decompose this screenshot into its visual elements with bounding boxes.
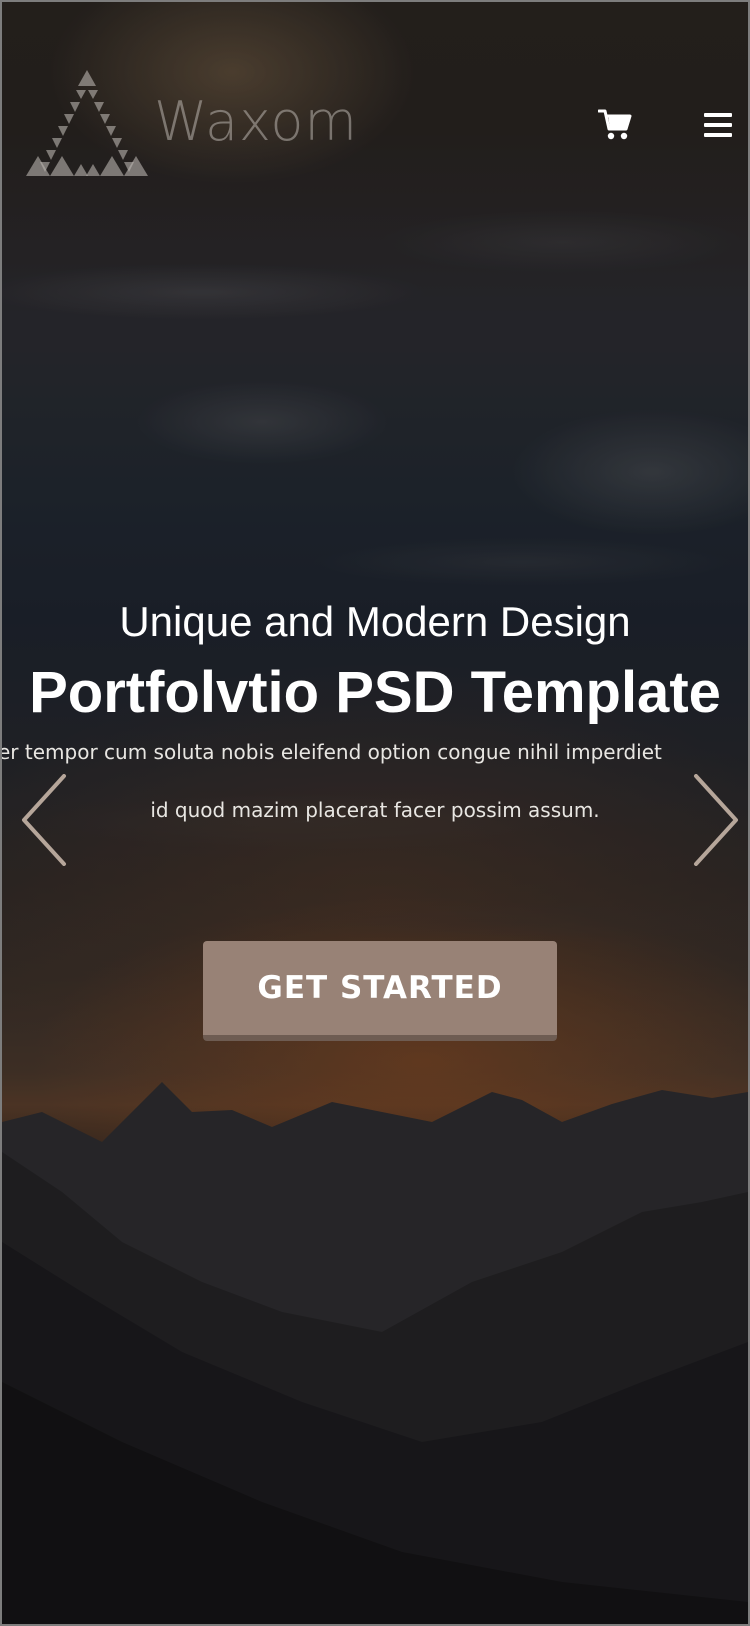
- app-frame: Waxom Unique and Modern Design Portfolvt…: [0, 0, 750, 1626]
- hero-description-line-1-wrap: er tempor cum soluta nobis eleifend opti…: [0, 740, 748, 764]
- logo-triangle-icon: [26, 70, 148, 176]
- hero-description-line-2-wrap: id quod mazim placerat facer possim assu…: [2, 798, 748, 822]
- chevron-left-icon: [22, 774, 66, 866]
- slider-prev-button[interactable]: [20, 774, 70, 866]
- cart-button[interactable]: [597, 108, 632, 142]
- cart-icon: [597, 109, 632, 140]
- menu-button[interactable]: [702, 110, 734, 140]
- hero-description-line-2: id quod mazim placerat facer possim assu…: [150, 798, 600, 822]
- slider-next-button[interactable]: [690, 774, 740, 866]
- hamburger-menu-icon: [704, 113, 732, 137]
- get-started-button[interactable]: GET STARTED: [203, 941, 557, 1041]
- chevron-right-icon: [694, 774, 738, 866]
- brand-name: Waxom: [154, 89, 358, 153]
- hero-description-line-1: er tempor cum soluta nobis eleifend opti…: [0, 740, 662, 764]
- hero-subtitle: Unique and Modern Design: [119, 598, 631, 645]
- hero-title: Portfolvtio PSD Template: [29, 660, 721, 725]
- brand-logo[interactable]: Waxom: [26, 68, 358, 178]
- hero-heading-group: Unique and Modern Design Portfolvtio PSD…: [2, 592, 748, 734]
